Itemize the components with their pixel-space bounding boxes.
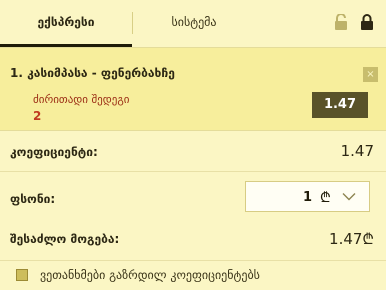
stake-label: ფსონი: (10, 192, 56, 206)
bet-slip-item: 1. კასიმპასა - ფენერბახჩე × ძირითადი შედ… (0, 48, 386, 131)
lock-open-icon[interactable] (334, 14, 348, 30)
accept-odds-label[interactable]: ვეთანხმები გაზრდილ კოეფიციენტებს (40, 268, 260, 282)
bet-market-label: ძირითადი შედეგი (33, 93, 130, 106)
bet-event-title: 1. კასიმპასა - ფენერბახჩე (10, 66, 175, 80)
possible-win-value: 1.47₾ (329, 230, 374, 248)
stake-select[interactable]: ₾ (245, 181, 370, 212)
bet-event-name: კასიმპასა - ფენერბახჩე (27, 66, 175, 80)
possible-win-row: შესაძლო მოგება: 1.47₾ (0, 221, 386, 259)
chevron-down-icon[interactable] (342, 192, 356, 201)
bet-index: 1. (10, 66, 23, 80)
possible-win-label: შესაძლო მოგება: (10, 232, 120, 246)
tab-express[interactable]: ექსპრესი (0, 0, 132, 47)
bet-odds-box: 1.47 (312, 92, 368, 118)
stake-input[interactable] (252, 187, 312, 207)
bet-type-tabs: ექსპრესი სისტემა (0, 0, 386, 47)
total-coefficient-row: კოეფიციენტი: 1.47 (0, 131, 386, 172)
lock-closed-icon[interactable] (360, 14, 374, 30)
accept-odds-checkbox[interactable] (16, 269, 28, 281)
bet-outcome: 2 (33, 109, 42, 123)
accept-odds-change-row: ვეთანხმები გაზრდილ კოეფიციენტებს (0, 260, 386, 290)
stake-row: ფსონი: ₾ (0, 175, 386, 220)
coefficient-value: 1.47 (340, 142, 374, 160)
coefficient-label: კოეფიციენტი: (10, 145, 98, 159)
currency-symbol: ₾ (320, 190, 331, 206)
tab-system[interactable]: სისტემა (134, 0, 254, 44)
tab-divider (132, 12, 133, 34)
remove-bet-button[interactable]: × (363, 67, 378, 82)
